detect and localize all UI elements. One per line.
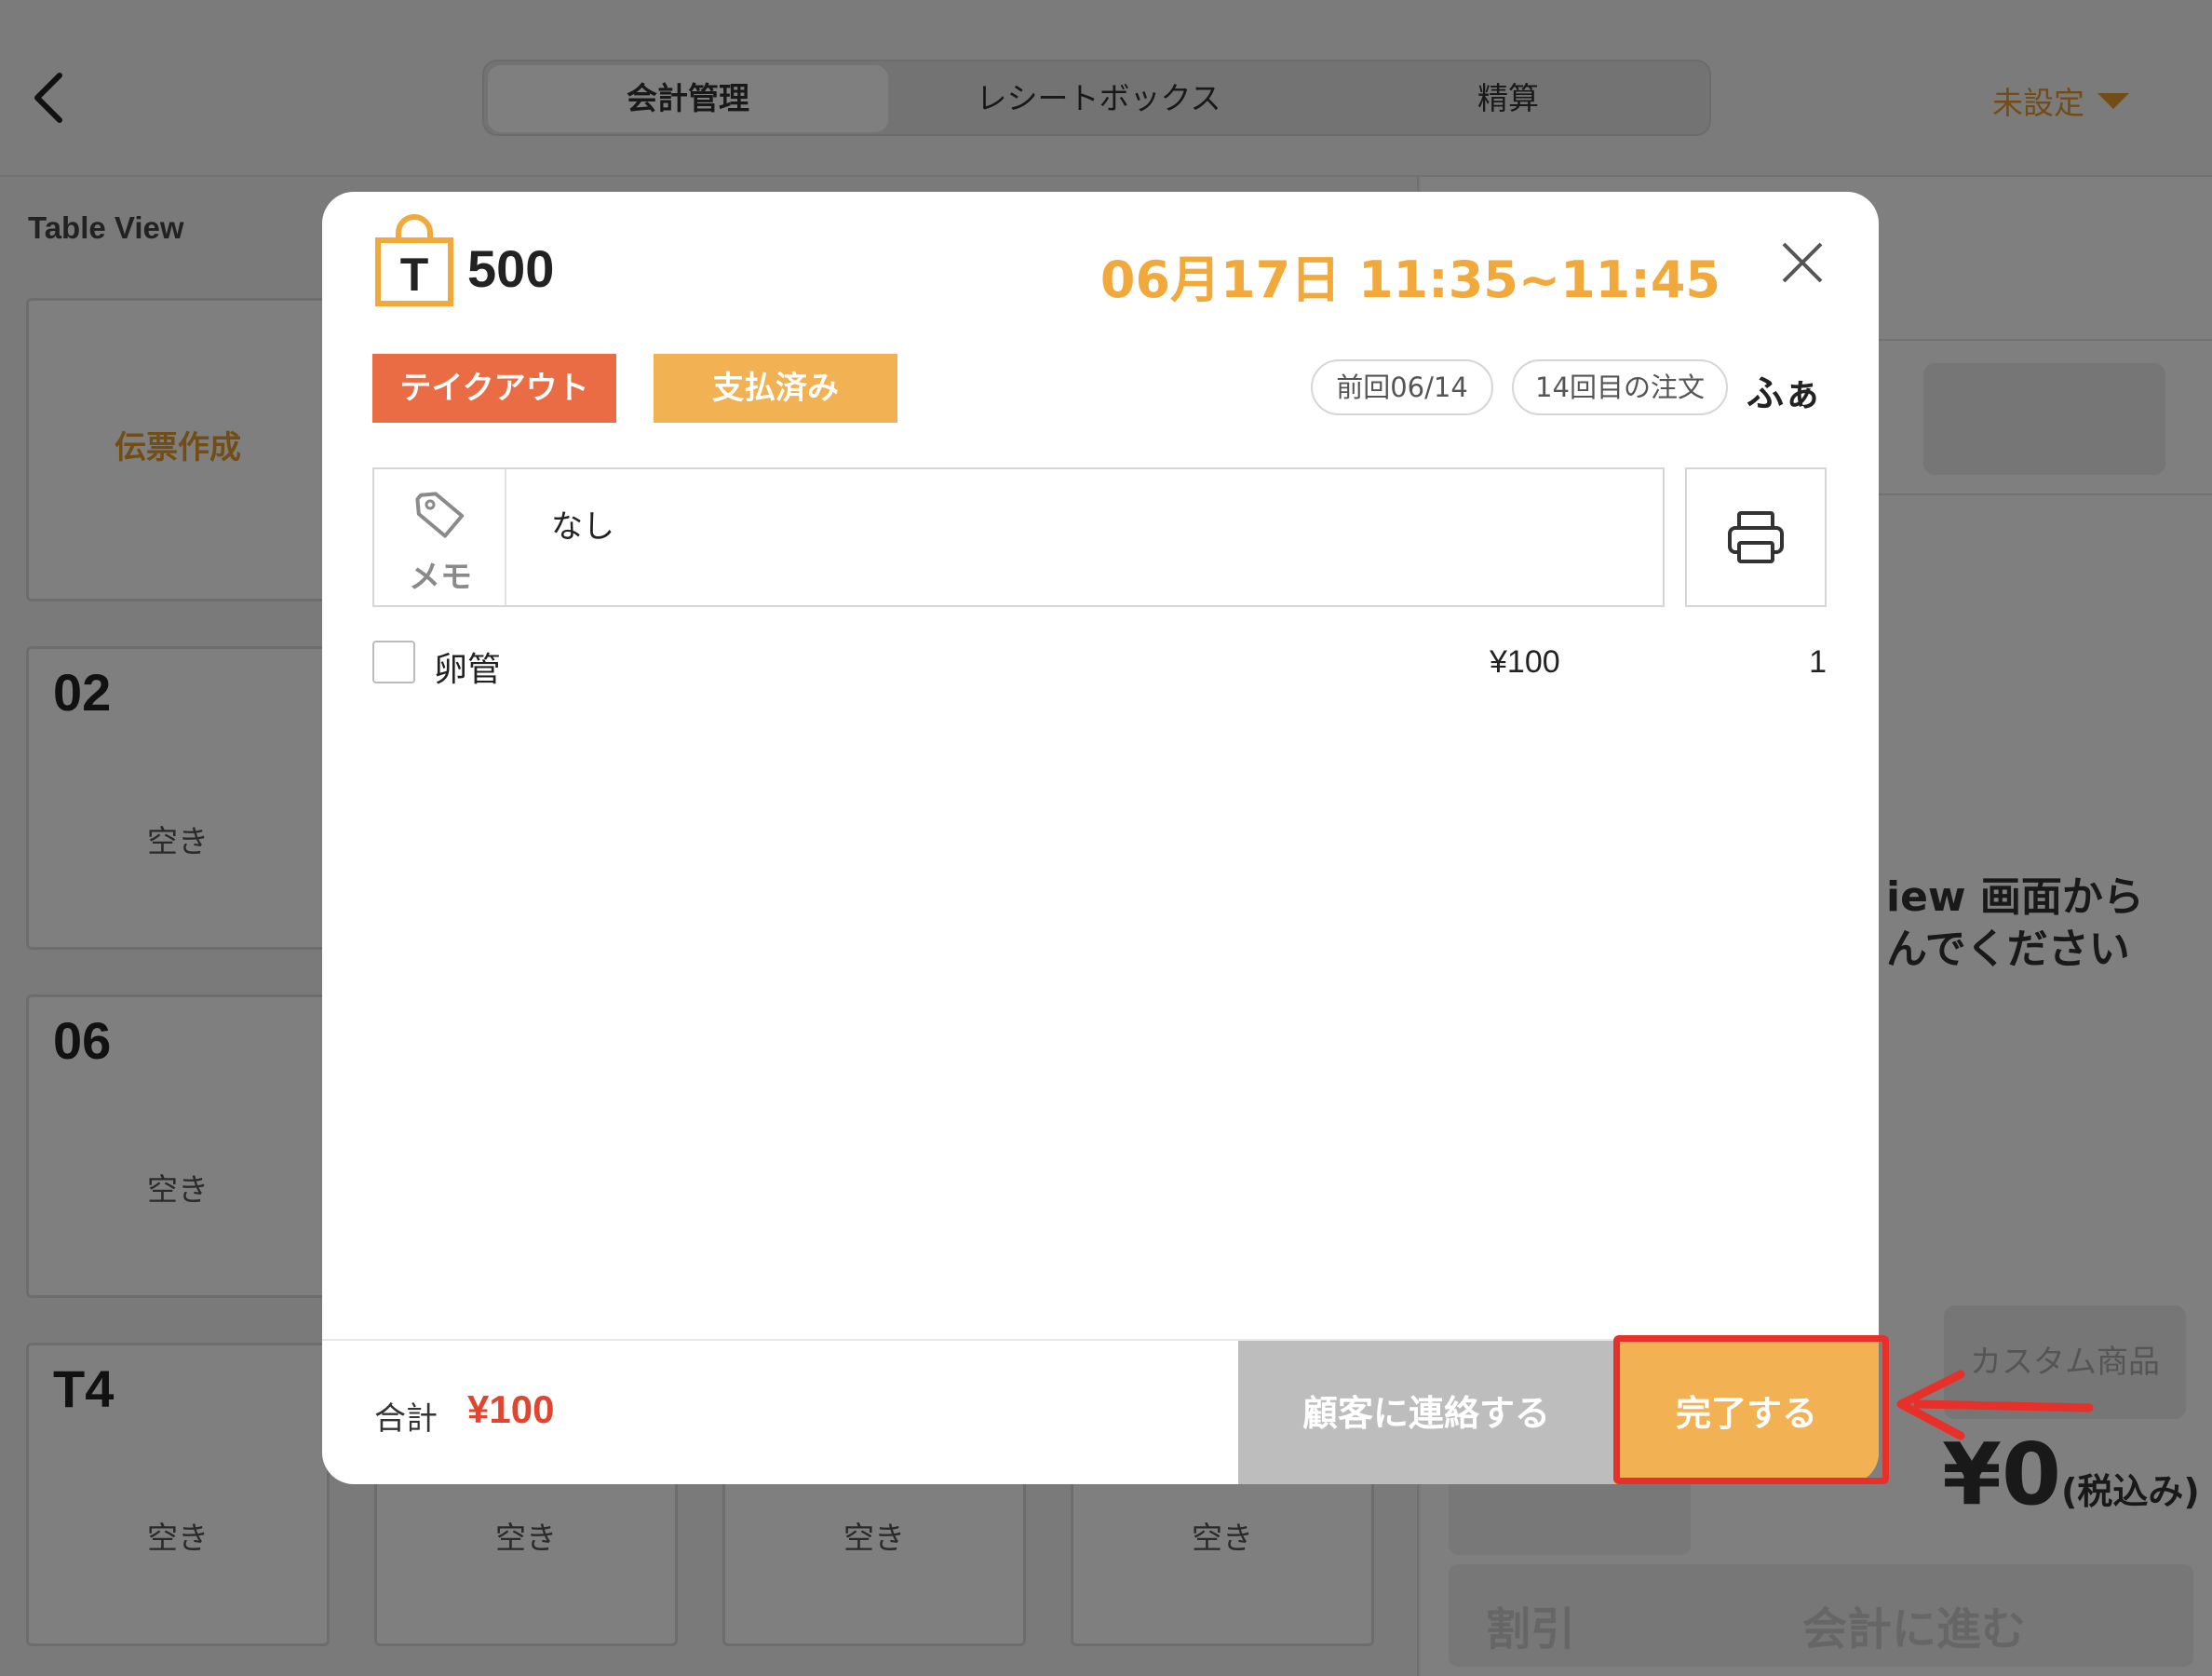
total-label: 合計 xyxy=(374,1400,438,1438)
takeout-bag-icon: T xyxy=(375,214,453,306)
memo-label-column: メモ xyxy=(374,469,506,605)
order-detail-modal: T 500 06月17日 11:35~11:45 テイクアウト 支払済み 前回0… xyxy=(322,192,1879,1484)
highlight-box xyxy=(1613,1335,1889,1484)
order-number: 500 xyxy=(467,239,555,298)
item-price: ¥100 xyxy=(1490,644,1560,680)
memo-field[interactable]: メモ なし xyxy=(372,467,1665,607)
list-item: 卵管 ¥100 1 xyxy=(372,639,1827,689)
customer-name: ふぁ xyxy=(1747,372,1821,415)
item-checkbox[interactable] xyxy=(372,641,415,683)
tag-icon xyxy=(415,492,465,538)
arrow-left-icon xyxy=(1896,1370,2094,1440)
paid-badge: 支払済み xyxy=(654,354,897,423)
pickup-time: 06月17日 11:35~11:45 xyxy=(1099,250,1720,309)
svg-text:T: T xyxy=(400,249,429,301)
item-name: 卵管 xyxy=(434,651,502,689)
takeout-badge: テイクアウト xyxy=(372,354,616,423)
memo-text: なし xyxy=(551,508,614,546)
memo-label: メモ xyxy=(409,559,472,596)
contact-customer-button[interactable]: 顧客に連絡する xyxy=(1238,1341,1614,1484)
printer-icon xyxy=(1728,511,1784,563)
last-visit-badge: 前回06/14 xyxy=(1311,359,1493,415)
print-button[interactable] xyxy=(1685,467,1827,607)
close-icon[interactable] xyxy=(1776,237,1828,289)
item-quantity: 1 xyxy=(1809,644,1827,680)
total-value: ¥100 xyxy=(467,1387,555,1431)
order-count-badge: 14回目の注文 xyxy=(1512,359,1728,415)
